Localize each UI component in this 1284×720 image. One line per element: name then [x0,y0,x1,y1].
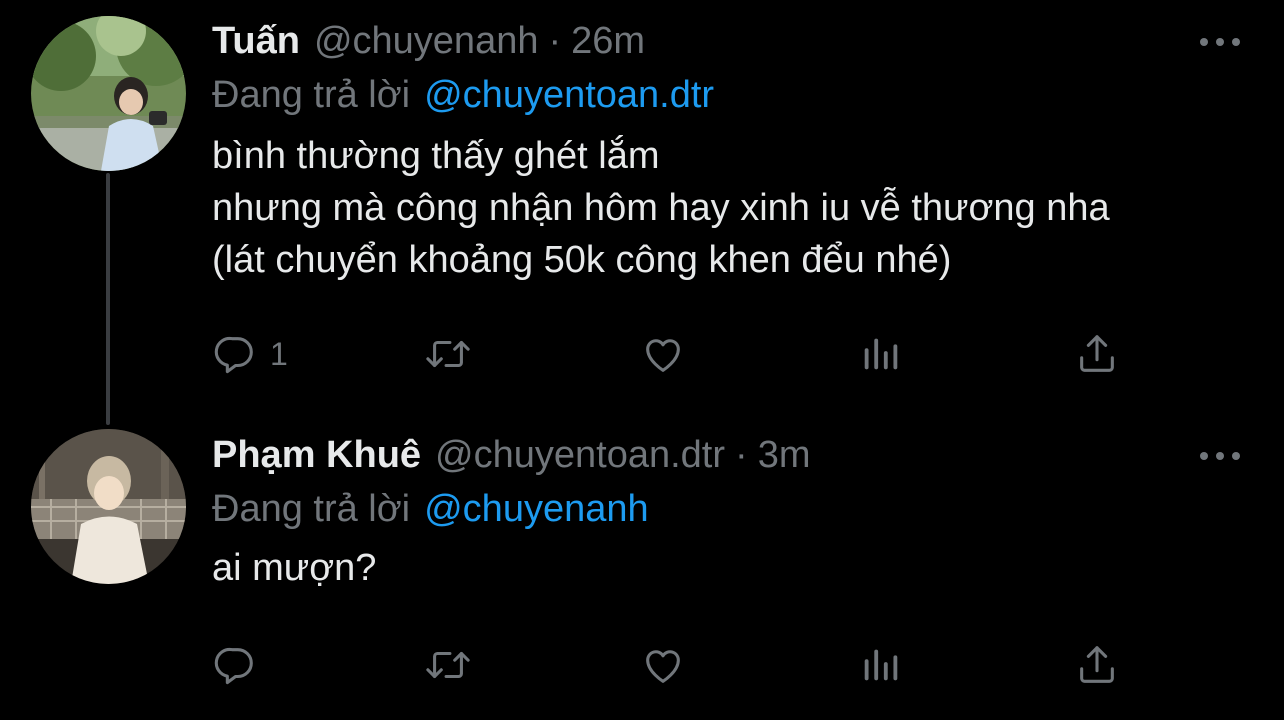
replying-to-label: Đang trả lời [212,74,411,116]
reply-button[interactable] [212,640,270,690]
user-handle[interactable]: @chuyenanh [314,18,539,64]
reply-count: 1 [270,335,288,372]
retweet-icon [426,340,470,368]
views-button[interactable] [858,640,904,690]
replying-to: Đang trả lời @chuyentoan.dtr [212,72,1244,118]
share-button[interactable] [1074,640,1120,690]
timestamp[interactable]: 3m [758,432,811,478]
display-name[interactable]: Phạm Khuê [212,432,421,478]
retweet-button[interactable] [422,640,474,690]
timestamp[interactable]: 26m [571,18,645,64]
display-name[interactable]: Tuấn [212,18,300,64]
user-handle[interactable]: @chuyentoan.dtr [435,432,725,478]
tweet-text: ai mượn? [212,542,1244,594]
retweet-icon [426,651,470,679]
avatar[interactable] [31,16,186,171]
tweet-content: Phạm Khuê @chuyentoan.dtr · 3m Đang trả … [212,432,1244,594]
replying-to-label: Đang trả lời [212,488,411,530]
mention-link[interactable]: @chuyentoan.dtr [424,74,714,116]
thread-line [106,173,110,425]
more-icon[interactable] [1200,36,1240,48]
like-button[interactable] [640,329,686,379]
avatar[interactable] [31,429,186,584]
mention-link[interactable]: @chuyenanh [424,488,649,530]
share-button[interactable] [1074,329,1120,379]
replying-to: Đang trả lời @chuyenanh [212,486,1244,532]
like-icon [646,339,680,372]
retweet-button[interactable] [422,329,474,379]
tweet[interactable]: Phạm Khuê @chuyentoan.dtr · 3m Đang trả … [0,410,1284,720]
tweet-text-line: bình thường thấy ghét lắm [212,135,660,177]
reply-button[interactable]: 1 [212,329,288,379]
tweet-content: Tuấn @chuyenanh · 26m Đang trả lời @chuye… [212,18,1244,286]
views-button[interactable] [858,329,904,379]
views-icon [864,338,898,370]
views-icon [864,649,898,681]
share-icon [1080,335,1114,372]
tweet[interactable]: Tuấn @chuyenanh · 26m Đang trả lời @chuye… [0,0,1284,425]
tweet-text-line: ai mượn? [212,547,377,589]
tweet-text-line: (lát chuyển khoảng 50k công khen đểu nhé… [212,239,952,281]
tweet-header: Phạm Khuê @chuyentoan.dtr · 3m [212,432,1244,478]
separator-dot: · [735,434,748,476]
share-icon [1080,646,1114,683]
reply-icon [214,336,253,374]
like-icon [646,650,680,683]
tweet-header: Tuấn @chuyenanh · 26m [212,18,1244,64]
tweet-text-line: nhưng mà công nhận hôm hay xinh iu vễ th… [212,187,1110,229]
more-icon[interactable] [1200,450,1240,462]
reply-icon [214,647,253,685]
separator-dot: · [548,20,562,62]
like-button[interactable] [640,640,686,690]
tweet-text: bình thường thấy ghét lắm nhưng mà công … [212,130,1244,286]
